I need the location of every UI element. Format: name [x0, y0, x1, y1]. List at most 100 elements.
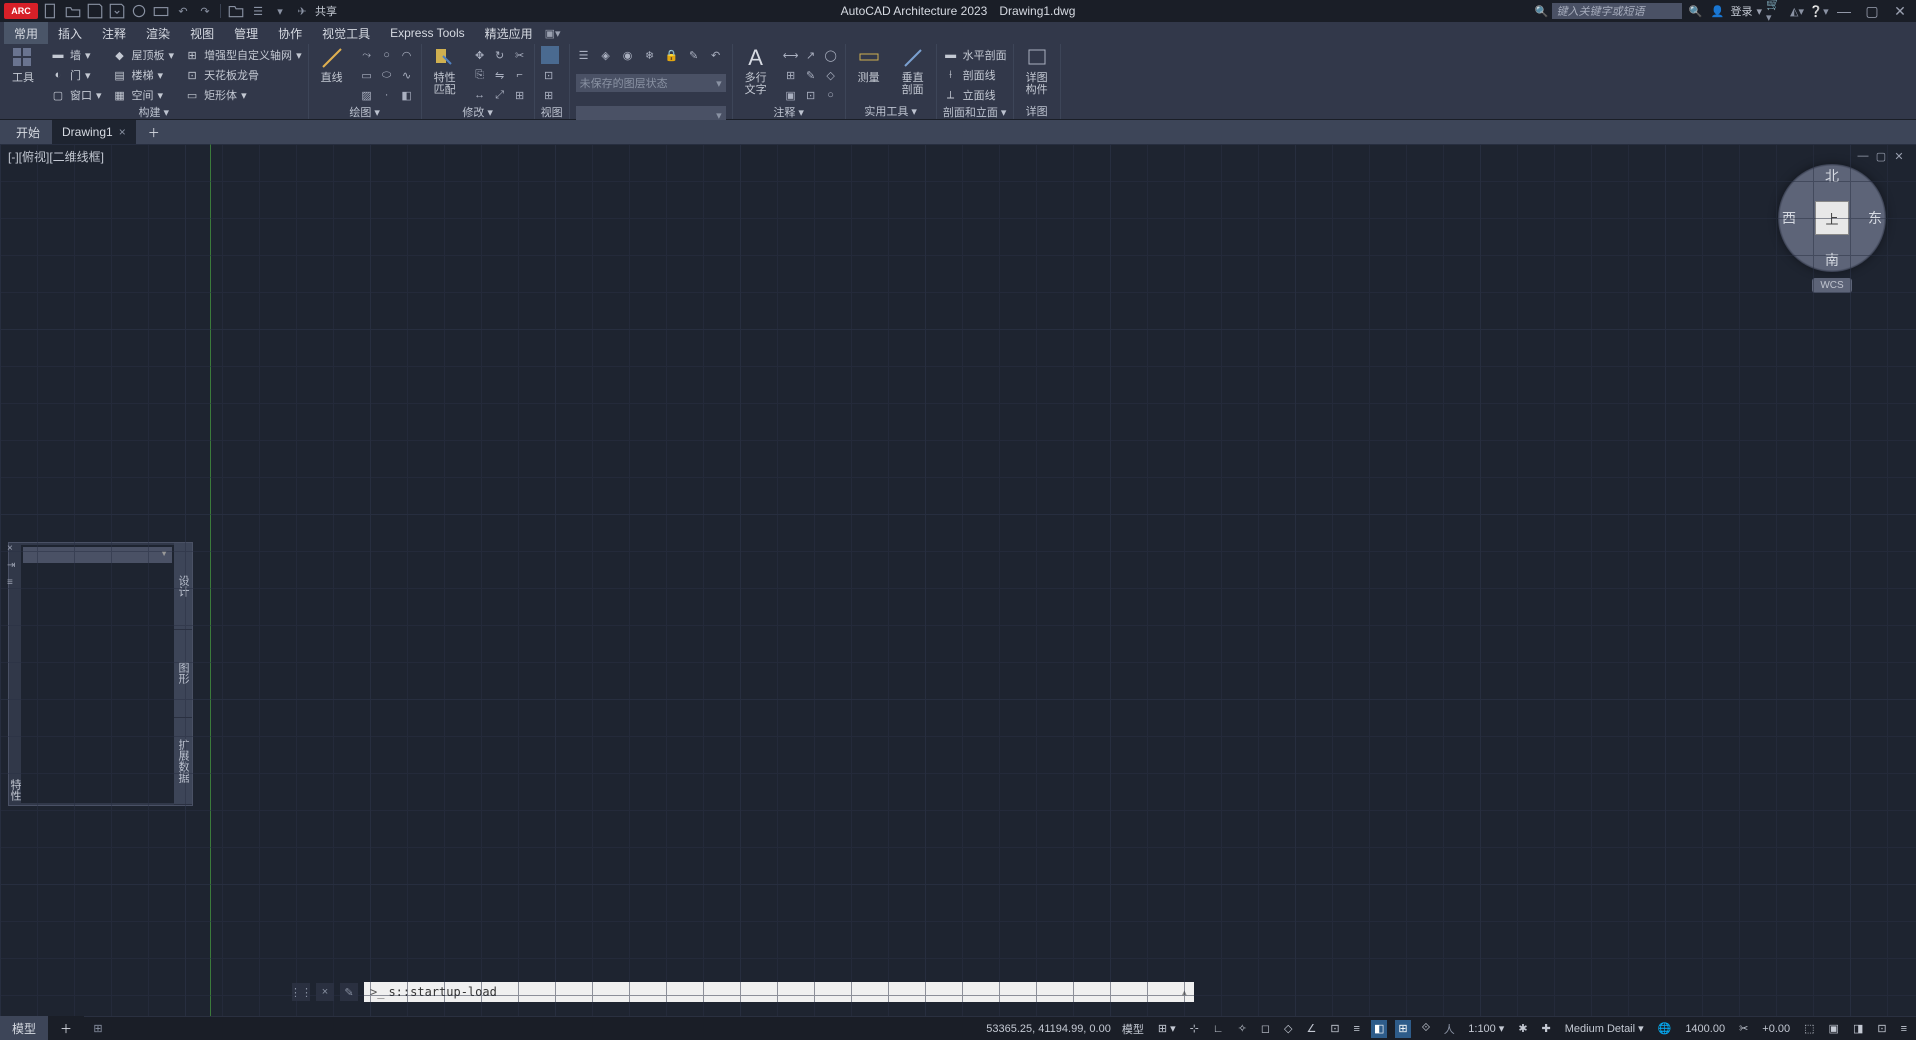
viewcube-south[interactable]: 南 [1825, 250, 1839, 270]
panel-modify-label[interactable]: 修改▾ [428, 104, 528, 120]
sb-trans-icon[interactable]: ◧ [1371, 1020, 1387, 1038]
sb-ortho-icon[interactable]: ∟ [1210, 1020, 1227, 1038]
line-button[interactable]: 直线 [315, 46, 349, 84]
sb-annoadd-icon[interactable]: ✚ [1539, 1020, 1554, 1038]
viewcube-east[interactable]: 东 [1868, 208, 1882, 228]
menu-manage[interactable]: 管理 [224, 22, 268, 44]
space-button[interactable]: ▦空间▾ [112, 86, 175, 104]
panel-util-label[interactable]: 实用工具▾ [852, 103, 930, 119]
viewport-label[interactable]: [-][俯视][二维线框] [8, 148, 104, 165]
sb-replace-icon[interactable]: ⬚ [1801, 1020, 1817, 1038]
sb-detail[interactable]: Medium Detail ▾ [1562, 1020, 1647, 1038]
layermatch-icon[interactable]: ✎ [686, 47, 702, 63]
sb-qp-icon[interactable]: ⊞ [1395, 1020, 1410, 1038]
hatch-icon[interactable]: ▨ [359, 87, 375, 103]
menu-collab[interactable]: 协作 [268, 22, 312, 44]
search-icon[interactable]: 🔍 [1686, 2, 1704, 20]
menu-overflow-icon[interactable]: ▣▾ [543, 22, 563, 44]
measure-button[interactable]: 测量 [852, 46, 886, 84]
tag-icon[interactable]: ◯ [823, 47, 839, 63]
login-chevron-icon[interactable]: ▾ [1756, 5, 1762, 18]
workspace[interactable]: [-][俯视][二维线框] — ▢ ✕ 北 南 东 西 上 WCS × ⇥ ≡ … [0, 144, 1916, 1016]
prop-tab-extended[interactable]: 扩展数据 [174, 718, 192, 805]
share-label[interactable]: 共享 [315, 3, 337, 19]
cmd-close-icon[interactable]: × [316, 983, 334, 1001]
ceiling-grid-button[interactable]: ⊡天花板龙骨 [184, 66, 302, 84]
qat-new-icon[interactable] [42, 2, 60, 20]
layout-tab-add[interactable]: ＋ [48, 1016, 84, 1040]
sb-iso-icon[interactable]: ◨ [1850, 1020, 1866, 1038]
viewcube-west[interactable]: 西 [1782, 208, 1796, 228]
viewcube-north[interactable]: 北 [1825, 166, 1839, 186]
rotate-icon[interactable]: ↻ [492, 47, 508, 63]
sb-annoscale-icon[interactable]: ⟐ [1419, 1020, 1434, 1038]
scale-icon[interactable]: ⤢ [492, 87, 508, 103]
layout-tab-model[interactable]: 模型 [0, 1016, 48, 1040]
prop-tab-design[interactable]: 设计 [174, 543, 192, 630]
arc-icon[interactable]: ◠ [399, 47, 415, 63]
fillet-icon[interactable]: ⌐ [512, 67, 528, 83]
cmd-custom-icon[interactable]: ✎ [340, 983, 358, 1001]
commandline-input[interactable]: >_ s::startup-load ▴ [364, 982, 1194, 1002]
layerlock-icon[interactable]: 🔒 [664, 47, 680, 63]
hsection-button[interactable]: ▬水平剖面 [943, 46, 1007, 64]
menu-render[interactable]: 渲染 [136, 22, 180, 44]
tools-button[interactable]: 工具 [6, 46, 40, 84]
mirror-icon[interactable]: ⇋ [492, 67, 508, 83]
sb-scale[interactable]: 1:100 ▾ [1465, 1020, 1507, 1038]
panel-draw-label[interactable]: 绘图▾ [315, 104, 415, 120]
panel-menu-icon[interactable]: ≡ [7, 577, 21, 588]
app-logo[interactable]: ARC [4, 3, 38, 19]
properties-type-dropdown[interactable] [23, 547, 172, 563]
qat-redo-icon[interactable]: ↷ [196, 2, 214, 20]
sb-model[interactable]: 模型 [1119, 1020, 1147, 1038]
vsection-button[interactable]: 垂直 剖面 [896, 46, 930, 96]
elevline-button[interactable]: ⟂立面线 [943, 86, 1007, 104]
sb-snap-icon[interactable]: ⊹ [1187, 1020, 1202, 1038]
matchprop-button[interactable]: 特性 匹配 [428, 46, 462, 96]
roofslab-button[interactable]: ◆屋顶板▾ [112, 46, 175, 64]
sb-3dosnap-icon[interactable]: ◇ [1281, 1020, 1295, 1038]
sb-clean-icon[interactable]: ⊡ [1874, 1020, 1889, 1038]
cmd-expand-icon[interactable]: ▴ [1181, 985, 1188, 999]
panel-section-label[interactable]: 剖面和立面▾ [943, 104, 1007, 120]
menu-insert[interactable]: 插入 [48, 22, 92, 44]
sb-cut[interactable]: +0.00 [1759, 1020, 1793, 1038]
dim-icon[interactable]: ⟷ [783, 47, 799, 63]
point-icon[interactable]: · [379, 87, 395, 103]
viewcube[interactable]: 北 南 东 西 上 WCS [1772, 164, 1892, 304]
stair-button[interactable]: ▤楼梯▾ [112, 66, 175, 84]
sb-hw-icon[interactable]: ▣ [1826, 1020, 1842, 1038]
panel-close-icon[interactable]: × [7, 543, 21, 554]
tab-close-icon[interactable]: × [119, 125, 126, 139]
close-button[interactable]: ✕ [1888, 3, 1912, 20]
vp-min-icon[interactable]: — [1856, 150, 1870, 164]
vp-close-icon[interactable]: ✕ [1892, 150, 1906, 164]
layerprev-icon[interactable]: ↶ [708, 47, 724, 63]
vp-max-icon[interactable]: ▢ [1874, 150, 1888, 164]
sb-polar-icon[interactable]: ✧ [1235, 1020, 1250, 1038]
menu-annotate[interactable]: 注释 [92, 22, 136, 44]
qat-undo-icon[interactable]: ↶ [174, 2, 192, 20]
circle-icon[interactable]: ○ [379, 47, 395, 63]
leader-icon[interactable]: ↗ [803, 47, 819, 63]
array-icon[interactable]: ⊞ [512, 87, 528, 103]
layeriso-icon[interactable]: ◈ [598, 47, 614, 63]
viewcube-top[interactable]: 上 [1815, 201, 1849, 235]
tab-drawing1[interactable]: Drawing1× [52, 120, 136, 144]
qat-plot-icon[interactable] [152, 2, 170, 20]
stretch-icon[interactable]: ↔ [472, 87, 488, 103]
qat-list-icon[interactable]: ☰ [249, 2, 267, 20]
table-icon[interactable]: ⊞ [783, 67, 799, 83]
sb-osnap-icon[interactable]: ◻ [1258, 1020, 1273, 1038]
tab-start[interactable]: 开始 [6, 120, 50, 144]
move-icon[interactable]: ✥ [472, 47, 488, 63]
menu-featured[interactable]: 精选应用 [475, 22, 543, 44]
help-icon[interactable]: ❔▾ [1810, 2, 1828, 20]
cmd-grip-icon[interactable]: ⋮⋮ [292, 983, 310, 1001]
prop-tab-display[interactable]: 图形 [174, 630, 192, 717]
view2-icon[interactable]: ⊡ [541, 67, 557, 83]
cart-icon[interactable]: 🛒▾ [1766, 2, 1784, 20]
anno5-icon[interactable]: ○ [823, 87, 839, 103]
anno2-icon[interactable]: ◇ [823, 67, 839, 83]
